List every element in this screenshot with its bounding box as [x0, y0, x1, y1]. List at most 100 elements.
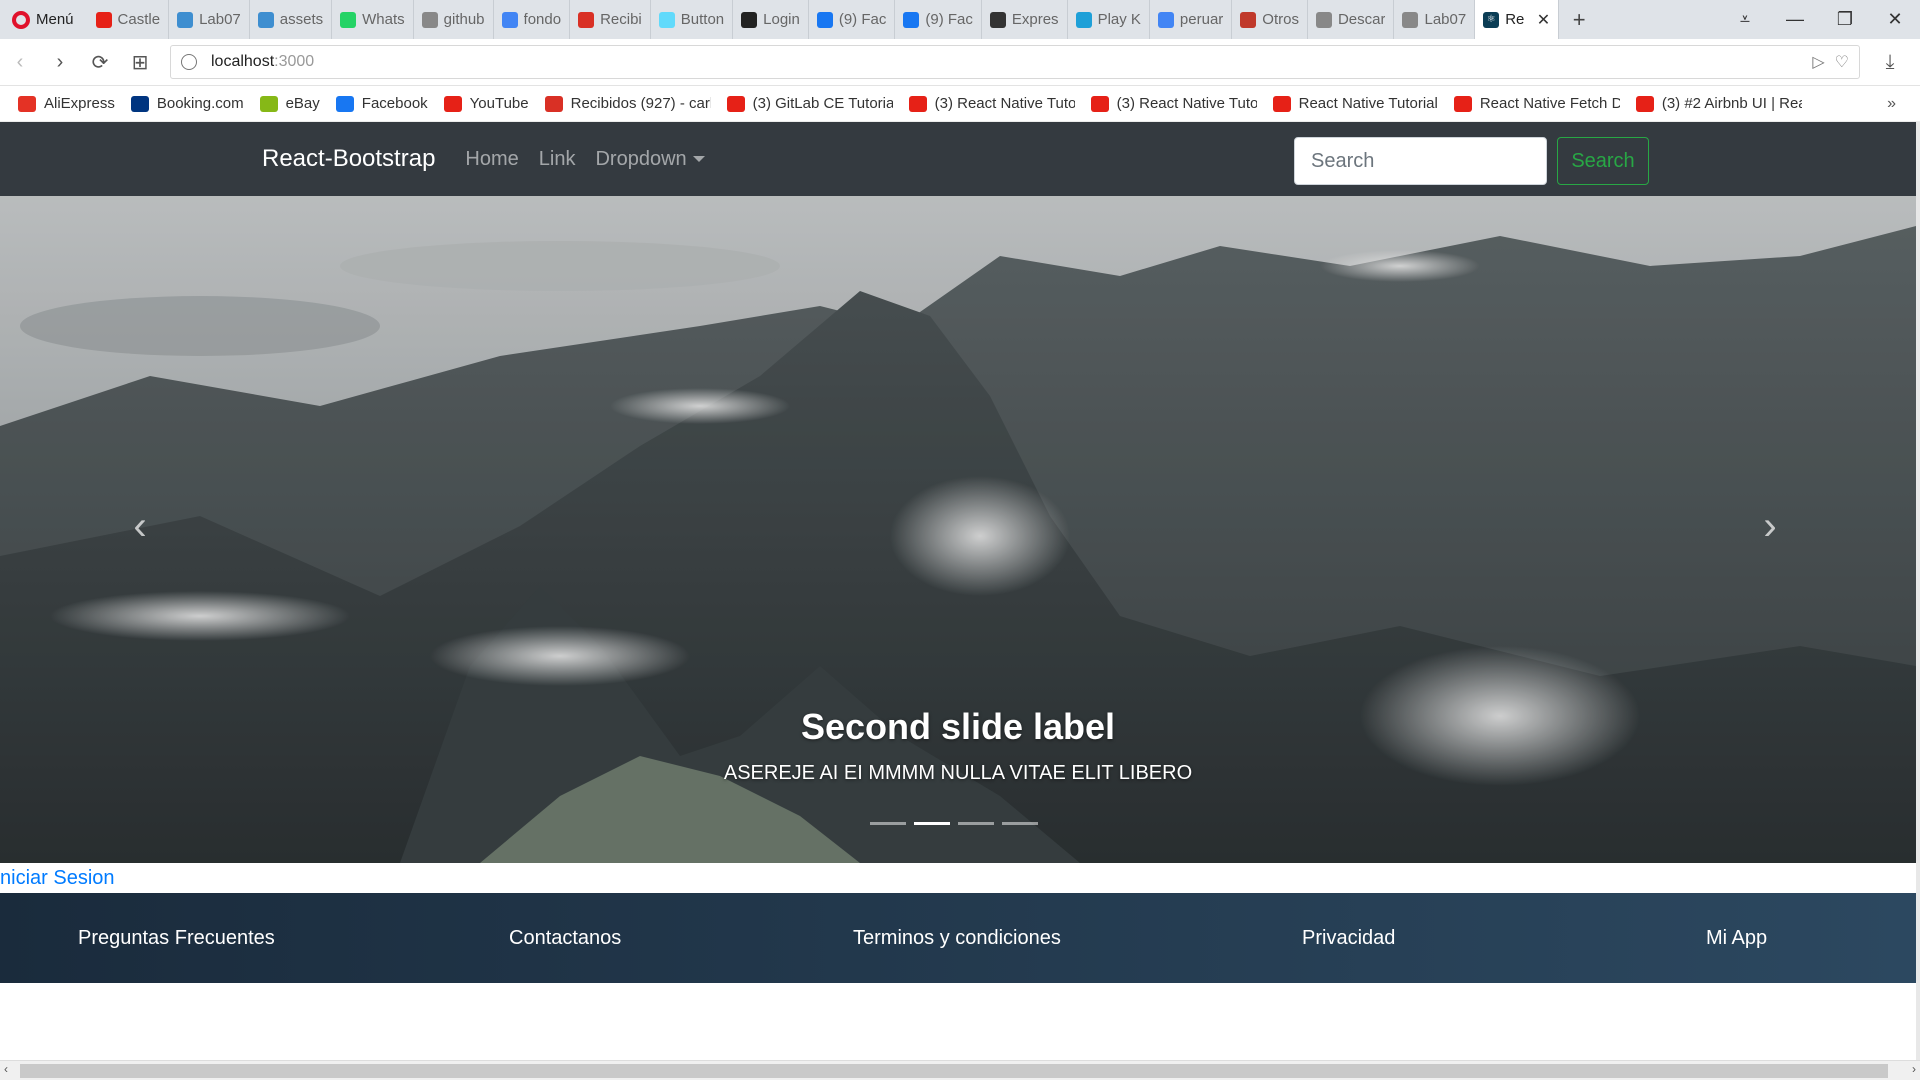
youtube-icon [726, 95, 745, 112]
bookmarks-bar: AliExpress Booking.com eBay Facebook YouTube… [0, 86, 1920, 122]
bookmark-item[interactable]: eBay [259, 95, 320, 112]
browser-tab-label: peruar [1179, 11, 1224, 28]
footer-link-faq[interactable]: Preguntas Frecuentes [78, 927, 275, 950]
bookmark-label: YouTube [469, 95, 529, 112]
bookmark-item[interactable]: (3) #2 Airbnb UI | Rea [1635, 95, 1802, 112]
browser-tab-label: fondo [523, 11, 562, 28]
tab-menu-icon[interactable]: ⩡ [1720, 0, 1770, 39]
carousel-indicator[interactable] [870, 822, 906, 825]
bookmark-label: React Native Tutorial [1298, 95, 1438, 112]
browser-tab[interactable]: Otros [1232, 0, 1308, 39]
bookmark-item[interactable]: (3) React Native Tuto [908, 95, 1075, 112]
bookmark-label: (3) React Native Tuto [934, 95, 1075, 112]
browser-tab[interactable]: Whats [332, 0, 414, 39]
carousel-caption-text: ASEREJE AI EI MMMM NULLA VITAE ELIT LIBE… [723, 762, 1193, 784]
vue-icon [177, 11, 194, 28]
carousel-caption-title: Second slide label [800, 706, 1116, 747]
opera-logo-icon [12, 10, 30, 29]
browser-tab[interactable]: (9) Fac [809, 0, 896, 39]
browser-tab[interactable]: (9) Fac [895, 0, 982, 39]
new-tab-button[interactable]: + [1559, 7, 1599, 33]
navbar-brand[interactable]: React-Bootstrap [262, 145, 435, 173]
close-tab-icon[interactable]: ✕ [1537, 10, 1550, 30]
footer-link-terms[interactable]: Terminos y condiciones [853, 927, 1061, 950]
nav-link-home[interactable]: Home [465, 148, 518, 171]
browser-tab[interactable]: Descar [1308, 0, 1395, 39]
vertical-scrollbar[interactable] [1916, 122, 1920, 1060]
bookmark-item[interactable]: YouTube [443, 95, 529, 112]
carousel-indicators [870, 822, 1038, 825]
scrollbar-thumb[interactable] [20, 1064, 1888, 1078]
ea-icon [741, 11, 758, 28]
caret-down-icon [692, 156, 705, 162]
youtube-icon [908, 95, 927, 112]
scroll-left-icon[interactable]: ‹ [4, 1062, 8, 1076]
carousel-indicator[interactable] [958, 822, 994, 825]
browser-tab-label: Button [680, 11, 725, 28]
speed-dial-icon[interactable]: ⊞ [120, 42, 160, 82]
chevron-right-icon[interactable]: › [1750, 496, 1790, 556]
restore-button[interactable]: ❐ [1820, 0, 1870, 39]
close-window-button[interactable]: ✕ [1870, 0, 1920, 39]
vue-icon [257, 11, 274, 28]
nav-dropdown[interactable]: Dropdown [595, 147, 705, 171]
footer-link-contact[interactable]: Contactanos [509, 927, 621, 950]
browser-tab[interactable]: Lab07 [1394, 0, 1476, 39]
browser-tab[interactable]: Lab07 [169, 0, 250, 39]
bookmark-item[interactable]: (3) React Native Tuto [1090, 95, 1257, 112]
footer-link-privacy[interactable]: Privacidad [1302, 927, 1395, 950]
search-input[interactable] [1294, 137, 1547, 185]
bookmark-item[interactable]: React Native Fetch D [1453, 95, 1620, 112]
react-icon [658, 11, 675, 28]
ebay-icon [259, 95, 278, 112]
footer-link-app[interactable]: Mi App [1706, 927, 1767, 950]
bookmark-item[interactable]: Booking.com [130, 95, 244, 112]
facebook-icon [903, 11, 920, 28]
browser-tab[interactable]: Castle [88, 0, 170, 39]
browser-tab[interactable]: fondo [494, 0, 571, 39]
back-button[interactable]: ‹ [0, 42, 40, 82]
browser-tab[interactable]: Recibi [570, 0, 651, 39]
nav-link-link[interactable]: Link [539, 148, 576, 171]
reload-button[interactable]: ⟳ [80, 42, 120, 82]
google-icon [501, 11, 518, 28]
browser-tab[interactable]: Login [733, 0, 809, 39]
bookmark-item[interactable]: AliExpress [18, 95, 115, 112]
heart-icon[interactable]: ♡ [1835, 52, 1849, 72]
bookmark-item[interactable]: React Native Tutorial [1272, 95, 1438, 112]
login-link[interactable]: niciar Sesion [0, 867, 115, 890]
browser-tab[interactable]: assets [250, 0, 333, 39]
browser-tab[interactable]: Play K [1068, 0, 1150, 39]
url-field[interactable]: localhost :3000 ▷ ♡ [170, 45, 1860, 79]
browser-tab-label: Play K [1097, 11, 1141, 28]
active-tab[interactable]: ⚛ Re ✕ [1475, 0, 1560, 39]
browser-menu-button[interactable]: Menú [0, 0, 88, 39]
browser-tab-label: Expres [1011, 11, 1059, 28]
chevron-left-icon[interactable]: ‹ [120, 496, 160, 556]
page-icon [1402, 11, 1419, 28]
gmail-icon [544, 95, 563, 112]
browser-tab-label: assets [279, 11, 324, 28]
browser-tab[interactable]: github [414, 0, 494, 39]
page-content: React-Bootstrap Home Link Dropdown Searc… [0, 122, 1916, 1080]
nav-dropdown-label: Dropdown [595, 147, 687, 170]
search-button[interactable]: Search [1557, 137, 1649, 185]
carousel-indicator[interactable] [914, 822, 950, 825]
whatsapp-icon [340, 11, 357, 28]
minimize-button[interactable]: — [1770, 0, 1820, 39]
bookmark-item[interactable]: Recibidos (927) - carl [544, 95, 711, 112]
carousel-indicator[interactable] [1002, 822, 1038, 825]
url-port: :3000 [274, 53, 315, 70]
browser-tab[interactable]: Button [651, 0, 734, 39]
horizontal-scrollbar[interactable]: ‹ › [0, 1060, 1920, 1080]
forward-button[interactable]: › [40, 42, 80, 82]
gmail-icon [578, 11, 595, 28]
browser-tab[interactable]: Expres [982, 0, 1068, 39]
more-bookmarks-icon[interactable]: » [1887, 95, 1896, 113]
bookmark-item[interactable]: Facebook [335, 95, 428, 112]
download-icon[interactable]: ⤓ [1870, 51, 1910, 74]
bookmark-item[interactable]: (3) GitLab CE Tutorial [726, 95, 893, 112]
send-icon[interactable]: ▷ [1812, 52, 1824, 72]
scroll-right-icon[interactable]: › [1912, 1062, 1916, 1076]
browser-tab[interactable]: peruar [1150, 0, 1233, 39]
